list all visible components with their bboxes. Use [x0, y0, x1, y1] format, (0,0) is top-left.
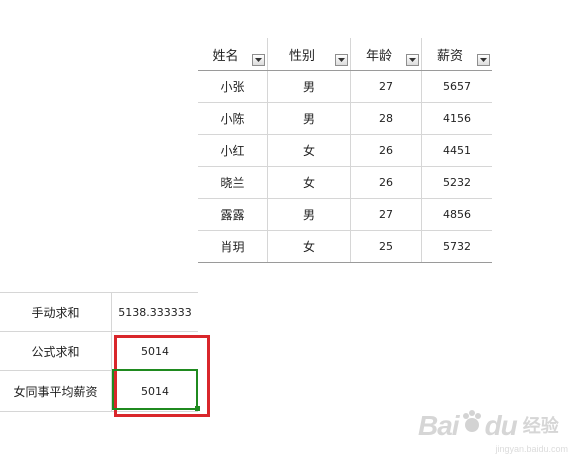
filter-dropdown-button[interactable] — [252, 54, 265, 66]
header-cell-name: 姓名 — [198, 38, 268, 71]
cell-age[interactable]: 26 — [350, 166, 422, 199]
cell-name[interactable]: 小红 — [198, 134, 268, 167]
summary-row: 手动求和 5138.333333 — [0, 292, 198, 332]
cell-gender[interactable]: 女 — [267, 230, 351, 263]
baidu-watermark: Bai du 经验 jingyan.baidu.com — [418, 402, 568, 454]
cell-name[interactable]: 露露 — [198, 198, 268, 231]
table-row: 肖玥 女 25 5732 — [198, 230, 492, 263]
summary-row: 女同事平均薪资 5014 — [0, 370, 198, 412]
cell-salary[interactable]: 4156 — [421, 102, 492, 135]
filter-dropdown-button[interactable] — [477, 54, 490, 66]
cell-salary[interactable]: 4451 — [421, 134, 492, 167]
dropdown-arrow-icon — [480, 58, 487, 62]
summary-row: 公式求和 5014 — [0, 331, 198, 371]
table-row: 小张 男 27 5657 — [198, 70, 492, 103]
cell-age[interactable]: 25 — [350, 230, 422, 263]
summary-value-female-avg[interactable]: 5014 — [111, 370, 198, 412]
cell-age[interactable]: 28 — [350, 102, 422, 135]
header-label-salary: 薪资 — [436, 48, 463, 64]
fill-handle[interactable] — [195, 406, 200, 411]
cell-salary[interactable]: 5732 — [421, 230, 492, 263]
cell-name[interactable]: 小张 — [198, 70, 268, 103]
summary-value-formula-sum[interactable]: 5014 — [111, 331, 198, 371]
header-cell-salary: 薪资 — [421, 38, 492, 71]
cell-gender[interactable]: 女 — [267, 134, 351, 167]
cell-gender[interactable]: 女 — [267, 166, 351, 199]
cell-name[interactable]: 小陈 — [198, 102, 268, 135]
dropdown-arrow-icon — [409, 58, 416, 62]
cell-salary[interactable]: 5232 — [421, 166, 492, 199]
cell-age[interactable]: 26 — [350, 134, 422, 167]
header-cell-age: 年龄 — [350, 38, 422, 71]
table-row: 小陈 男 28 4156 — [198, 102, 492, 135]
summary-label-female-avg[interactable]: 女同事平均薪资 — [0, 370, 112, 412]
table-row: 露露 男 27 4856 — [198, 198, 492, 231]
employee-table: 姓名 性别 年龄 薪资 小张 男 27 5657 小陈 男 28 4156 小红… — [198, 38, 492, 263]
filter-dropdown-button[interactable] — [335, 54, 348, 66]
dropdown-arrow-icon — [338, 58, 345, 62]
summary-label-manual-sum[interactable]: 手动求和 — [0, 292, 112, 332]
cell-name[interactable]: 肖玥 — [198, 230, 268, 263]
summary-value-manual-sum[interactable]: 5138.333333 — [111, 292, 198, 332]
header-label-gender: 性别 — [288, 48, 315, 64]
watermark-url: jingyan.baidu.com — [495, 444, 568, 454]
watermark-brand: Bai du — [418, 409, 518, 441]
cell-gender[interactable]: 男 — [267, 70, 351, 103]
cell-salary[interactable]: 4856 — [421, 198, 492, 231]
cell-name[interactable]: 晓兰 — [198, 166, 268, 199]
cell-age[interactable]: 27 — [350, 198, 422, 231]
cell-salary[interactable]: 5657 — [421, 70, 492, 103]
summary-table: 手动求和 5138.333333 公式求和 5014 女同事平均薪资 5014 — [0, 292, 198, 412]
table-row: 小红 女 26 4451 — [198, 134, 492, 167]
header-label-age: 年龄 — [365, 48, 392, 64]
dropdown-arrow-icon — [255, 58, 262, 62]
summary-label-formula-sum[interactable]: 公式求和 — [0, 331, 112, 371]
header-cell-gender: 性别 — [267, 38, 351, 71]
cell-gender[interactable]: 男 — [267, 198, 351, 231]
header-row: 姓名 性别 年龄 薪资 — [198, 38, 492, 71]
cell-gender[interactable]: 男 — [267, 102, 351, 135]
baidu-paw-icon — [462, 409, 481, 432]
watermark-text: 经验 — [522, 416, 559, 437]
cell-age[interactable]: 27 — [350, 70, 422, 103]
filter-dropdown-button[interactable] — [406, 54, 419, 66]
table-row: 晓兰 女 26 5232 — [198, 166, 492, 199]
header-label-name: 姓名 — [212, 48, 239, 64]
